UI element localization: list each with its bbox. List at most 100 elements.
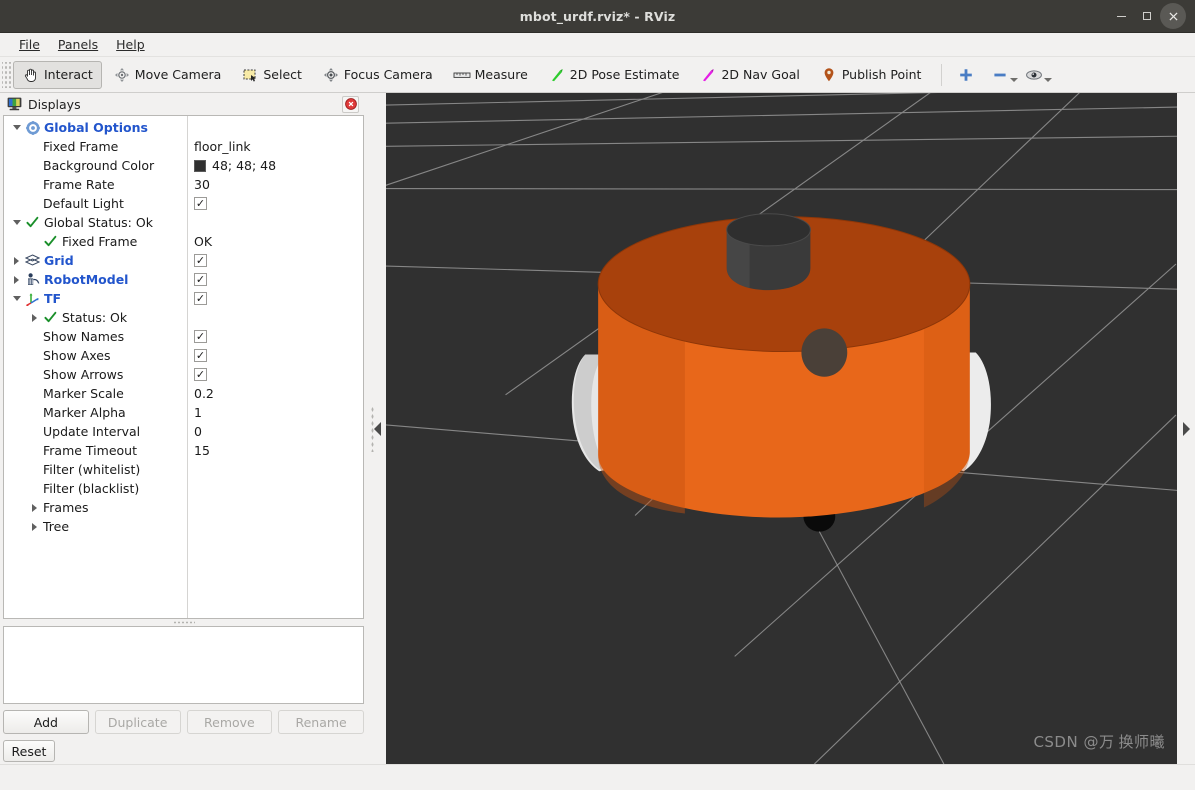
tool-remove-panel[interactable]	[985, 66, 1019, 83]
tree-row-show-arrows[interactable]: Show Arrows ✓	[4, 365, 363, 384]
tree-row-value-cell[interactable]: ✓	[187, 273, 207, 286]
panel-splitter-handle[interactable]	[3, 619, 364, 626]
tree-row-robotmodel[interactable]: RobotModel ✓	[4, 270, 363, 289]
tool-measure[interactable]: Measure	[444, 61, 537, 89]
tree-row-default-light[interactable]: Default Light ✓	[4, 194, 363, 213]
tool-select[interactable]: Select	[232, 61, 311, 89]
collapse-right-arrow-icon[interactable]	[1182, 421, 1190, 436]
tool-publish-point[interactable]: Publish Point	[811, 61, 931, 89]
tree-row-global-options[interactable]: Global Options	[4, 118, 363, 137]
tree-row-update-interval[interactable]: Update Interval 0	[4, 422, 363, 441]
chevron-down-icon[interactable]	[1010, 78, 1019, 82]
tree-row-fixed-frame[interactable]: Fixed Frame floor_link	[4, 137, 363, 156]
displays-tree-container[interactable]: Global Options Fixed Frame floor_link Backg…	[3, 115, 364, 619]
expand-arrow-icon[interactable]	[10, 276, 23, 284]
rename-button[interactable]: Rename	[278, 710, 364, 734]
tree-row-value-cell[interactable]: ✓	[187, 197, 207, 210]
tree-row-show-names[interactable]: Show Names ✓	[4, 327, 363, 346]
tool-views-panel[interactable]	[1019, 66, 1053, 83]
checkbox-checked-icon[interactable]: ✓	[194, 292, 207, 305]
tree-row-value-cell[interactable]: ✓	[187, 349, 207, 362]
menu-panels[interactable]: Panels	[49, 35, 107, 54]
close-button[interactable]	[1160, 3, 1186, 29]
tree-row-value-cell[interactable]: ✓	[187, 292, 207, 305]
tree-row-marker-alpha[interactable]: Marker Alpha 1	[4, 403, 363, 422]
tree-row-value-cell[interactable]: ✓	[187, 368, 207, 381]
remove-button[interactable]: Remove	[186, 710, 273, 734]
displays-properties-box[interactable]	[3, 626, 364, 704]
collapse-left-arrow-icon[interactable]	[373, 421, 381, 436]
tree-row-value-cell[interactable]: 0.2	[187, 384, 214, 403]
3d-viewport[interactable]: CSDN @万 换师曦	[386, 93, 1177, 764]
menu-help[interactable]: Help	[107, 35, 154, 54]
tool-add-panel[interactable]	[951, 66, 985, 83]
tree-row-value: 48; 48; 48	[212, 158, 277, 173]
tree-row-value-cell[interactable]: 0	[187, 422, 202, 441]
add-button[interactable]: Add	[3, 710, 89, 734]
tree-row-tree[interactable]: Tree	[4, 517, 363, 536]
tree-row-label: Update Interval	[43, 424, 141, 439]
tool-interact-label: Interact	[44, 67, 93, 82]
tool-publish-point-label: Publish Point	[841, 67, 922, 82]
tree-row-name-cell: Frame Rate	[4, 175, 187, 194]
tool-2d-nav-goal[interactable]: 2D Nav Goal	[690, 61, 808, 89]
minimize-button[interactable]	[1108, 3, 1134, 29]
tree-row-value-cell[interactable]: 15	[187, 441, 210, 460]
tree-row-status-ok[interactable]: Status: Ok	[4, 308, 363, 327]
sensor-port	[801, 328, 848, 377]
tree-row-frame-timeout[interactable]: Frame Timeout 15	[4, 441, 363, 460]
tree-row-filter-blacklist[interactable]: Filter (blacklist)	[4, 479, 363, 498]
tree-row-background-color[interactable]: Background Color 48; 48; 48	[4, 156, 363, 175]
tree-row-global-status-ok[interactable]: Global Status: Ok	[4, 213, 363, 232]
checkbox-checked-icon[interactable]: ✓	[194, 330, 207, 343]
tree-row-fixed-frame[interactable]: Fixed Frame OK	[4, 232, 363, 251]
color-swatch[interactable]	[194, 159, 206, 172]
tree-row-grid[interactable]: Grid ✓	[4, 251, 363, 270]
checkbox-checked-icon[interactable]: ✓	[194, 254, 207, 267]
collapse-arrow-icon[interactable]	[10, 125, 23, 130]
tree-row-value-cell[interactable]: ✓	[187, 330, 207, 343]
tool-move-camera[interactable]: Move Camera	[104, 61, 231, 89]
expand-arrow-icon[interactable]	[10, 257, 23, 265]
displays-panel-close-button[interactable]	[342, 95, 359, 113]
expand-arrow-icon[interactable]	[28, 523, 41, 531]
tree-row-name-cell: RobotModel	[4, 270, 187, 289]
expand-arrow-icon[interactable]	[28, 504, 41, 512]
tree-row-tf[interactable]: TF ✓	[4, 289, 363, 308]
tree-row-frames[interactable]: Frames	[4, 498, 363, 517]
csdn-watermark: CSDN @万 换师曦	[1033, 731, 1165, 752]
tree-row-value-cell[interactable]: OK	[187, 232, 212, 251]
tree-row-value-cell[interactable]: ✓	[187, 254, 207, 267]
robot-icon	[23, 272, 42, 287]
right-dock-splitter[interactable]	[1177, 93, 1195, 764]
displays-tree: Global Options Fixed Frame floor_link Backg…	[4, 116, 363, 536]
menu-file[interactable]: File	[10, 35, 49, 54]
tree-row-value-cell[interactable]: 48; 48; 48	[187, 156, 276, 175]
grid-icon	[23, 254, 42, 267]
checkbox-checked-icon[interactable]: ✓	[194, 368, 207, 381]
collapse-arrow-icon[interactable]	[10, 220, 23, 225]
tool-2d-pose-estimate[interactable]: 2D Pose Estimate	[539, 61, 689, 89]
reset-button[interactable]: Reset	[3, 740, 55, 762]
maximize-button[interactable]	[1134, 3, 1160, 29]
dock-splitter[interactable]	[368, 93, 386, 764]
tree-row-filter-whitelist[interactable]: Filter (whitelist)	[4, 460, 363, 479]
tree-row-frame-rate[interactable]: Frame Rate 30	[4, 175, 363, 194]
tree-row-value: 30	[194, 177, 210, 192]
tree-row-value-cell[interactable]: 30	[187, 175, 210, 194]
toolbar-grip[interactable]	[2, 61, 11, 88]
checkbox-checked-icon[interactable]: ✓	[194, 197, 207, 210]
checkbox-checked-icon[interactable]: ✓	[194, 273, 207, 286]
tree-row-value-cell[interactable]: 1	[187, 403, 202, 422]
tree-row-show-axes[interactable]: Show Axes ✓	[4, 346, 363, 365]
checkbox-checked-icon[interactable]: ✓	[194, 349, 207, 362]
collapse-arrow-icon[interactable]	[10, 296, 23, 301]
main-toolbar: Interact Move Camera Select Focus Camera…	[0, 57, 1195, 93]
duplicate-button[interactable]: Duplicate	[94, 710, 181, 734]
tree-row-marker-scale[interactable]: Marker Scale 0.2	[4, 384, 363, 403]
expand-arrow-icon[interactable]	[28, 314, 41, 322]
chevron-down-icon-2[interactable]	[1044, 78, 1053, 82]
tool-interact[interactable]: Interact	[13, 60, 102, 89]
tree-row-value-cell[interactable]: floor_link	[187, 137, 251, 156]
tool-focus-camera[interactable]: Focus Camera	[313, 61, 442, 89]
